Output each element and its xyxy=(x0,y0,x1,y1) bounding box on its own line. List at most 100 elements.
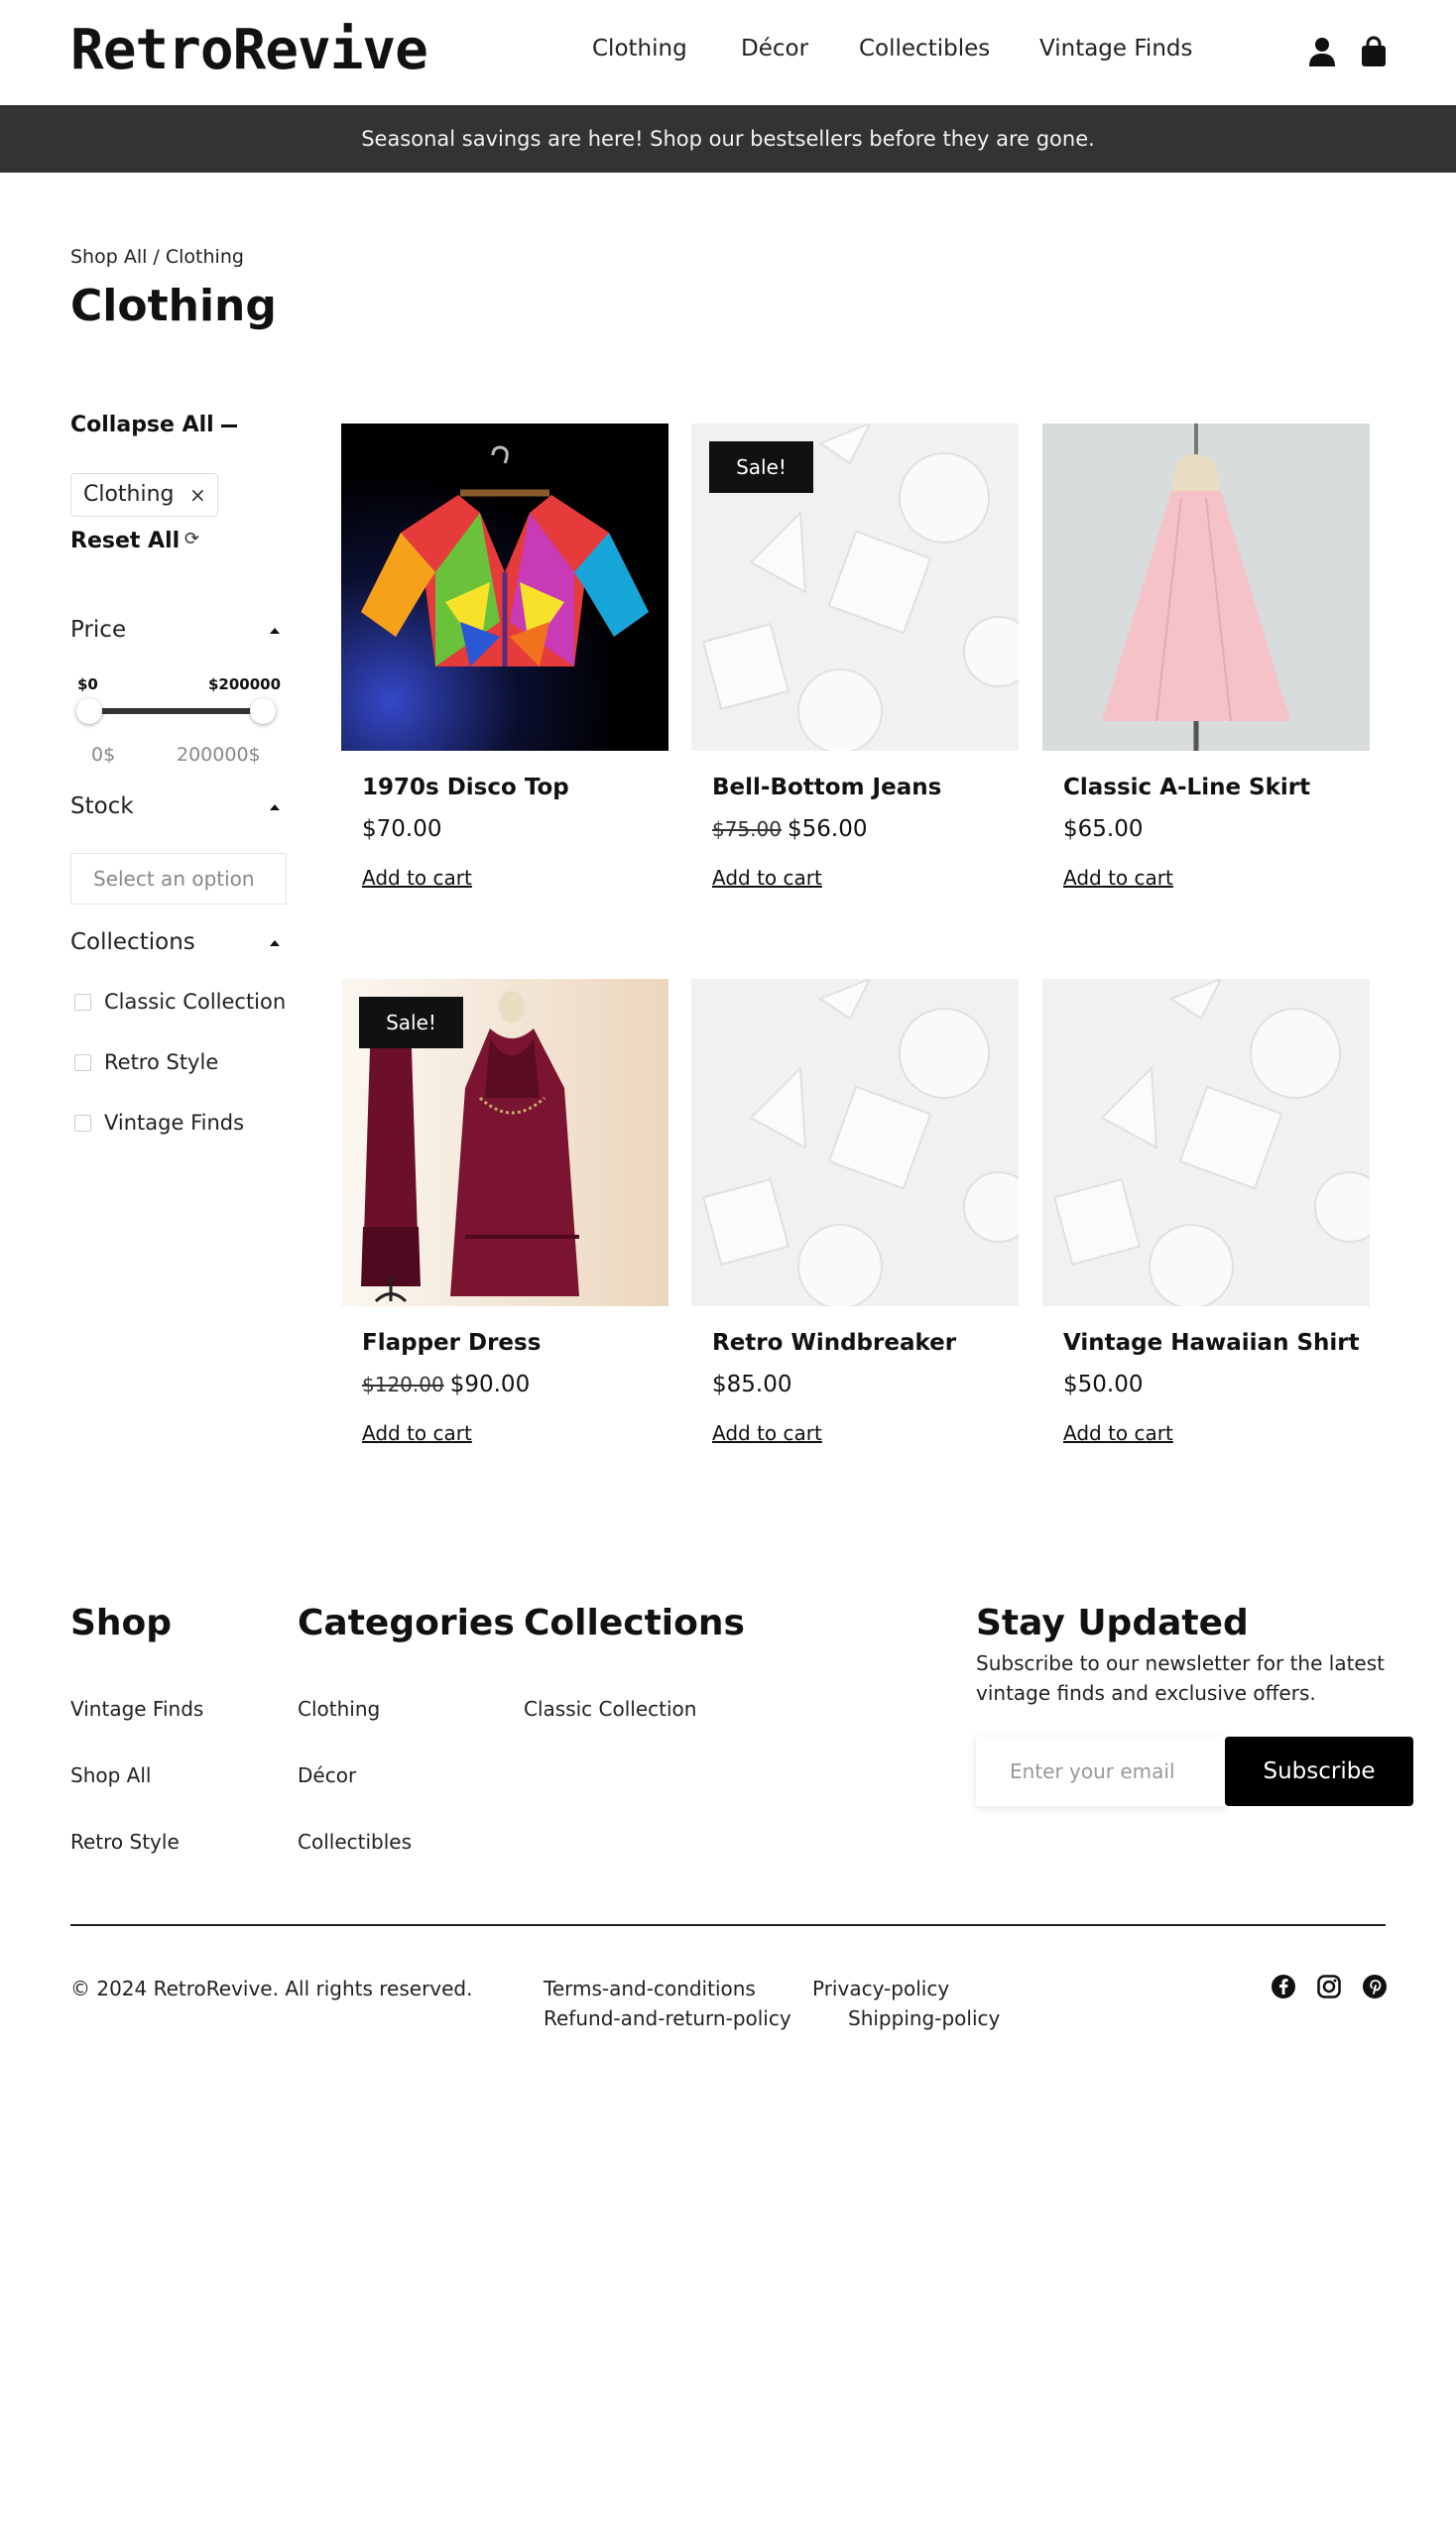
close-icon[interactable]: × xyxy=(189,474,206,516)
add-to-cart-link[interactable]: Add to cart xyxy=(712,866,822,890)
footer-link-clothing[interactable]: Clothing xyxy=(298,1697,380,1721)
nav-item-decor[interactable]: Décor xyxy=(741,36,808,61)
a-line-skirt-photo xyxy=(1042,423,1370,751)
pinterest-icon[interactable] xyxy=(1362,1974,1388,1999)
product-price-current: $70.00 xyxy=(362,816,442,842)
product-price: $120.00 $90.00 xyxy=(362,1372,530,1397)
collection-option-vintage-finds[interactable]: Vintage Finds xyxy=(74,1111,244,1135)
product-price: $75.00 $56.00 xyxy=(712,816,867,842)
product-name[interactable]: 1970s Disco Top xyxy=(362,775,569,800)
product-price-current: $56.00 xyxy=(787,816,868,842)
collections-filter-toggle[interactable]: Collections xyxy=(70,929,195,955)
legal-link-terms[interactable]: Terms-and-conditions xyxy=(544,1977,756,2000)
chevron-up-icon[interactable] xyxy=(270,940,280,946)
product-price-current: $90.00 xyxy=(449,1372,531,1397)
instagram-icon[interactable] xyxy=(1316,1974,1342,1999)
footer-divider xyxy=(70,1924,1386,1926)
sale-badge: Sale! xyxy=(709,441,813,493)
footer-link-vintage-finds[interactable]: Vintage Finds xyxy=(70,1697,203,1721)
footer-link-classic-collection[interactable]: Classic Collection xyxy=(524,1697,696,1721)
placeholder-geometric xyxy=(691,979,1019,1306)
price-max-label: $200000 xyxy=(208,675,282,693)
product-price-old: $75.00 xyxy=(712,817,782,841)
reset-all-button[interactable]: Reset All xyxy=(70,529,180,553)
product-price: $70.00 xyxy=(362,816,441,842)
page-title: Clothing xyxy=(70,281,277,331)
legal-link-privacy[interactable]: Privacy-policy xyxy=(812,1977,949,2000)
announcement-bar: Seasonal savings are here! Shop our best… xyxy=(0,105,1456,173)
product-price-old: $120.00 xyxy=(362,1373,444,1396)
user-icon[interactable] xyxy=(1307,36,1337,67)
breadcrumb-separator: / xyxy=(147,246,166,268)
minus-icon[interactable] xyxy=(221,424,237,427)
price-min-label: $0 xyxy=(77,675,98,693)
newsletter-description: Subscribe to our newsletter for the late… xyxy=(976,1651,1385,1705)
collection-option-classic[interactable]: Classic Collection xyxy=(74,990,286,1014)
product-name[interactable]: Vintage Hawaiian Shirt xyxy=(1063,1330,1360,1356)
legal-link-refund[interactable]: Refund-and-return-policy xyxy=(544,2006,791,2030)
footer-link-collectibles[interactable]: Collectibles xyxy=(298,1830,412,1854)
nav-item-collectibles[interactable]: Collectibles xyxy=(859,36,990,61)
active-filter-chip[interactable]: Clothing × xyxy=(70,473,218,517)
footer-categories-heading: Categories xyxy=(298,1603,515,1643)
checkbox[interactable] xyxy=(74,1115,91,1132)
chevron-up-icon[interactable] xyxy=(270,628,280,634)
newsletter-heading: Stay Updated xyxy=(976,1603,1249,1643)
copyright-text: © 2024 RetroRevive. All rights reserved. xyxy=(70,1977,473,2000)
product-price: $65.00 xyxy=(1063,816,1143,842)
breadcrumb-current[interactable]: Clothing xyxy=(166,246,244,268)
shopping-bag-icon[interactable] xyxy=(1359,36,1389,67)
breadcrumb-shop-all[interactable]: Shop All xyxy=(70,246,147,268)
price-min-value: 0$ xyxy=(91,744,116,766)
product-name[interactable]: Bell-Bottom Jeans xyxy=(712,775,941,800)
add-to-cart-link[interactable]: Add to cart xyxy=(712,1421,822,1445)
product-price: $50.00 xyxy=(1063,1372,1143,1397)
product-price-current: $50.00 xyxy=(1063,1372,1144,1397)
site-header: RetroRevive Clothing Décor Collectibles … xyxy=(0,0,1456,105)
footer-link-shop-all[interactable]: Shop All xyxy=(70,1763,151,1787)
subscribe-button[interactable]: Subscribe xyxy=(1225,1737,1413,1806)
product-price-current: $85.00 xyxy=(712,1372,792,1397)
add-to-cart-link[interactable]: Add to cart xyxy=(1063,866,1173,890)
product-price-current: $65.00 xyxy=(1063,816,1144,842)
product-name[interactable]: Flapper Dress xyxy=(362,1330,541,1356)
stock-select[interactable]: Select an option xyxy=(70,853,287,905)
product-image-retro-windbreaker[interactable] xyxy=(691,979,1019,1306)
price-filter-toggle[interactable]: Price xyxy=(70,617,126,643)
newsletter-email-input[interactable] xyxy=(976,1737,1226,1806)
refresh-icon[interactable]: ⟳ xyxy=(184,529,199,549)
add-to-cart-link[interactable]: Add to cart xyxy=(1063,1421,1173,1445)
price-range-max-thumb[interactable] xyxy=(250,698,276,724)
product-image-a-line-skirt[interactable] xyxy=(1042,423,1370,751)
price-range-track[interactable] xyxy=(89,708,264,714)
product-price: $85.00 xyxy=(712,1372,791,1397)
chevron-up-icon[interactable] xyxy=(270,804,280,810)
product-name[interactable]: Classic A-Line Skirt xyxy=(1063,775,1310,800)
breadcrumb: Shop All / Clothing xyxy=(70,246,244,268)
checkbox[interactable] xyxy=(74,1054,91,1071)
price-max-value: 200000$ xyxy=(177,744,261,766)
footer-link-decor[interactable]: Décor xyxy=(298,1763,356,1787)
stock-filter-toggle[interactable]: Stock xyxy=(70,793,134,819)
site-logo[interactable]: RetroRevive xyxy=(70,18,428,82)
active-filter-label: Clothing xyxy=(83,482,175,507)
footer-collections-heading: Collections xyxy=(524,1603,745,1643)
price-range-min-thumb[interactable] xyxy=(76,698,102,724)
collection-option-retro-style[interactable]: Retro Style xyxy=(74,1050,218,1074)
product-name[interactable]: Retro Windbreaker xyxy=(712,1330,956,1356)
collapse-all-button[interactable]: Collapse All xyxy=(70,413,214,437)
placeholder-geometric xyxy=(1042,979,1370,1306)
add-to-cart-link[interactable]: Add to cart xyxy=(362,1421,472,1445)
legal-link-shipping[interactable]: Shipping-policy xyxy=(848,2006,1000,2030)
checkbox[interactable] xyxy=(74,994,91,1011)
footer-shop-heading: Shop xyxy=(70,1603,173,1643)
nav-item-clothing[interactable]: Clothing xyxy=(592,36,687,61)
facebook-icon[interactable] xyxy=(1271,1974,1296,1999)
disco-top-photo xyxy=(341,423,668,751)
product-image-disco-top[interactable] xyxy=(341,423,668,751)
sale-badge: Sale! xyxy=(359,997,463,1048)
add-to-cart-link[interactable]: Add to cart xyxy=(362,866,472,890)
product-image-hawaiian-shirt[interactable] xyxy=(1042,979,1370,1306)
nav-item-vintage-finds[interactable]: Vintage Finds xyxy=(1039,36,1192,61)
footer-link-retro-style[interactable]: Retro Style xyxy=(70,1830,180,1854)
